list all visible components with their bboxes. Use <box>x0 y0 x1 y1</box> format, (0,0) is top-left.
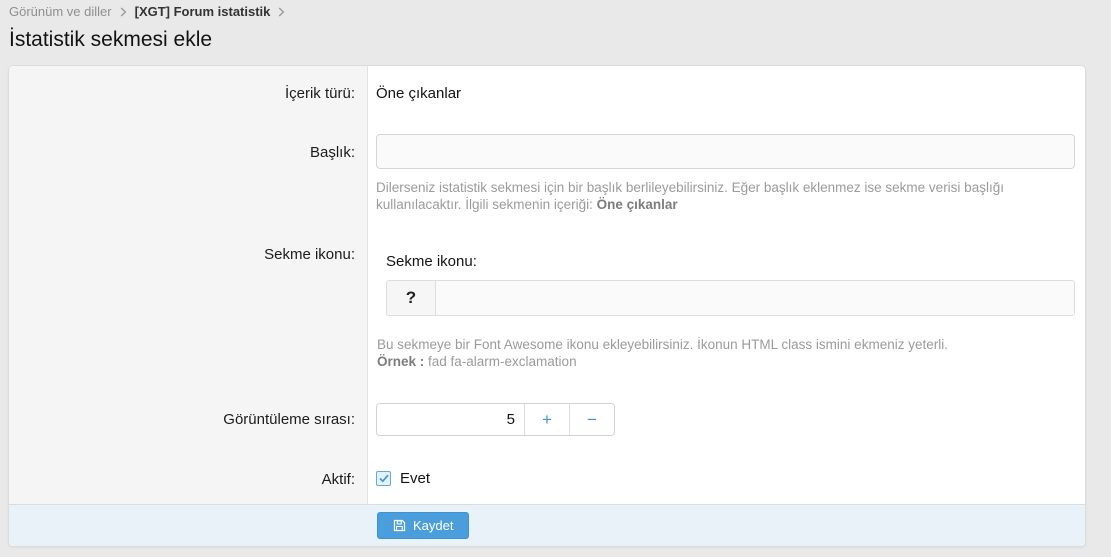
title-label: Başlık: <box>9 134 367 213</box>
tab-icon-input-group: ? <box>386 280 1075 316</box>
form-row-content-type: İçerik türü: Öne çıkanlar <box>9 66 1085 103</box>
breadcrumb-item-appearance[interactable]: Görünüm ve diller <box>9 4 112 19</box>
save-button-label: Kaydet <box>413 518 453 533</box>
active-checkbox-row: Evet <box>376 470 1075 487</box>
active-checkbox[interactable] <box>376 471 391 486</box>
active-label: Aktif: <box>9 470 367 488</box>
save-button[interactable]: Kaydet <box>377 512 469 539</box>
display-order-input[interactable] <box>377 404 524 435</box>
form-row-tab-icon: Sekme ikonu: Sekme ikonu: ? Bu sekmeye b… <box>9 246 1085 370</box>
form-footer: Kaydet <box>9 504 1085 546</box>
minus-icon: − <box>587 410 597 430</box>
form-row-title: Başlık: Dilerseniz istatistik sekmesi iç… <box>9 134 1085 213</box>
chevron-right-icon <box>278 7 285 17</box>
tab-icon-example-value: fad fa-alarm-exclamation <box>424 354 576 369</box>
form-row-display-order: Görüntüleme sırası: + − <box>9 403 1085 436</box>
increment-button[interactable]: + <box>524 404 569 435</box>
tab-icon-inner-heading: Sekme ikonu: <box>386 253 1075 270</box>
display-order-label: Görüntüleme sırası: <box>9 403 367 436</box>
tab-icon-label: Sekme ikonu: <box>9 246 367 370</box>
display-order-stepper: + − <box>376 403 615 436</box>
tab-icon-help-line1: Bu sekmeye bir Font Awesome ikonu ekleye… <box>377 337 948 352</box>
plus-icon: + <box>542 410 552 430</box>
content-type-label: İçerik türü: <box>9 85 367 103</box>
checkmark-icon <box>379 474 389 483</box>
breadcrumb-item-forum-statistics[interactable]: [XGT] Forum istatistik <box>135 4 271 19</box>
decrement-button[interactable]: − <box>569 404 614 435</box>
tab-icon-help-text: Bu sekmeye bir Font Awesome ikonu ekleye… <box>377 337 1075 370</box>
active-checkbox-label: Evet <box>400 470 430 487</box>
add-statistics-tab-form: İçerik türü: Öne çıkanlar Başlık: Dilers… <box>8 65 1086 547</box>
title-input[interactable] <box>376 134 1075 169</box>
title-help-text: Dilerseniz istatistik sekmesi için bir b… <box>376 180 1075 213</box>
form-row-active: Aktif: Evet <box>9 470 1085 504</box>
content-type-value: Öne çıkanlar <box>376 85 461 102</box>
title-help-plain: Dilerseniz istatistik sekmesi için bir b… <box>376 180 1004 212</box>
page-title: İstatistik sekmesi ekle <box>9 28 1111 52</box>
question-mark-icon: ? <box>387 281 436 315</box>
breadcrumb: Görünüm ve diller [XGT] Forum istatistik <box>0 0 1111 19</box>
title-help-bold: Öne çıkanlar <box>597 197 678 212</box>
tab-icon-example-label: Örnek : <box>377 354 424 369</box>
tab-icon-input[interactable] <box>436 281 1074 315</box>
chevron-right-icon <box>120 7 127 17</box>
save-icon <box>393 519 406 532</box>
